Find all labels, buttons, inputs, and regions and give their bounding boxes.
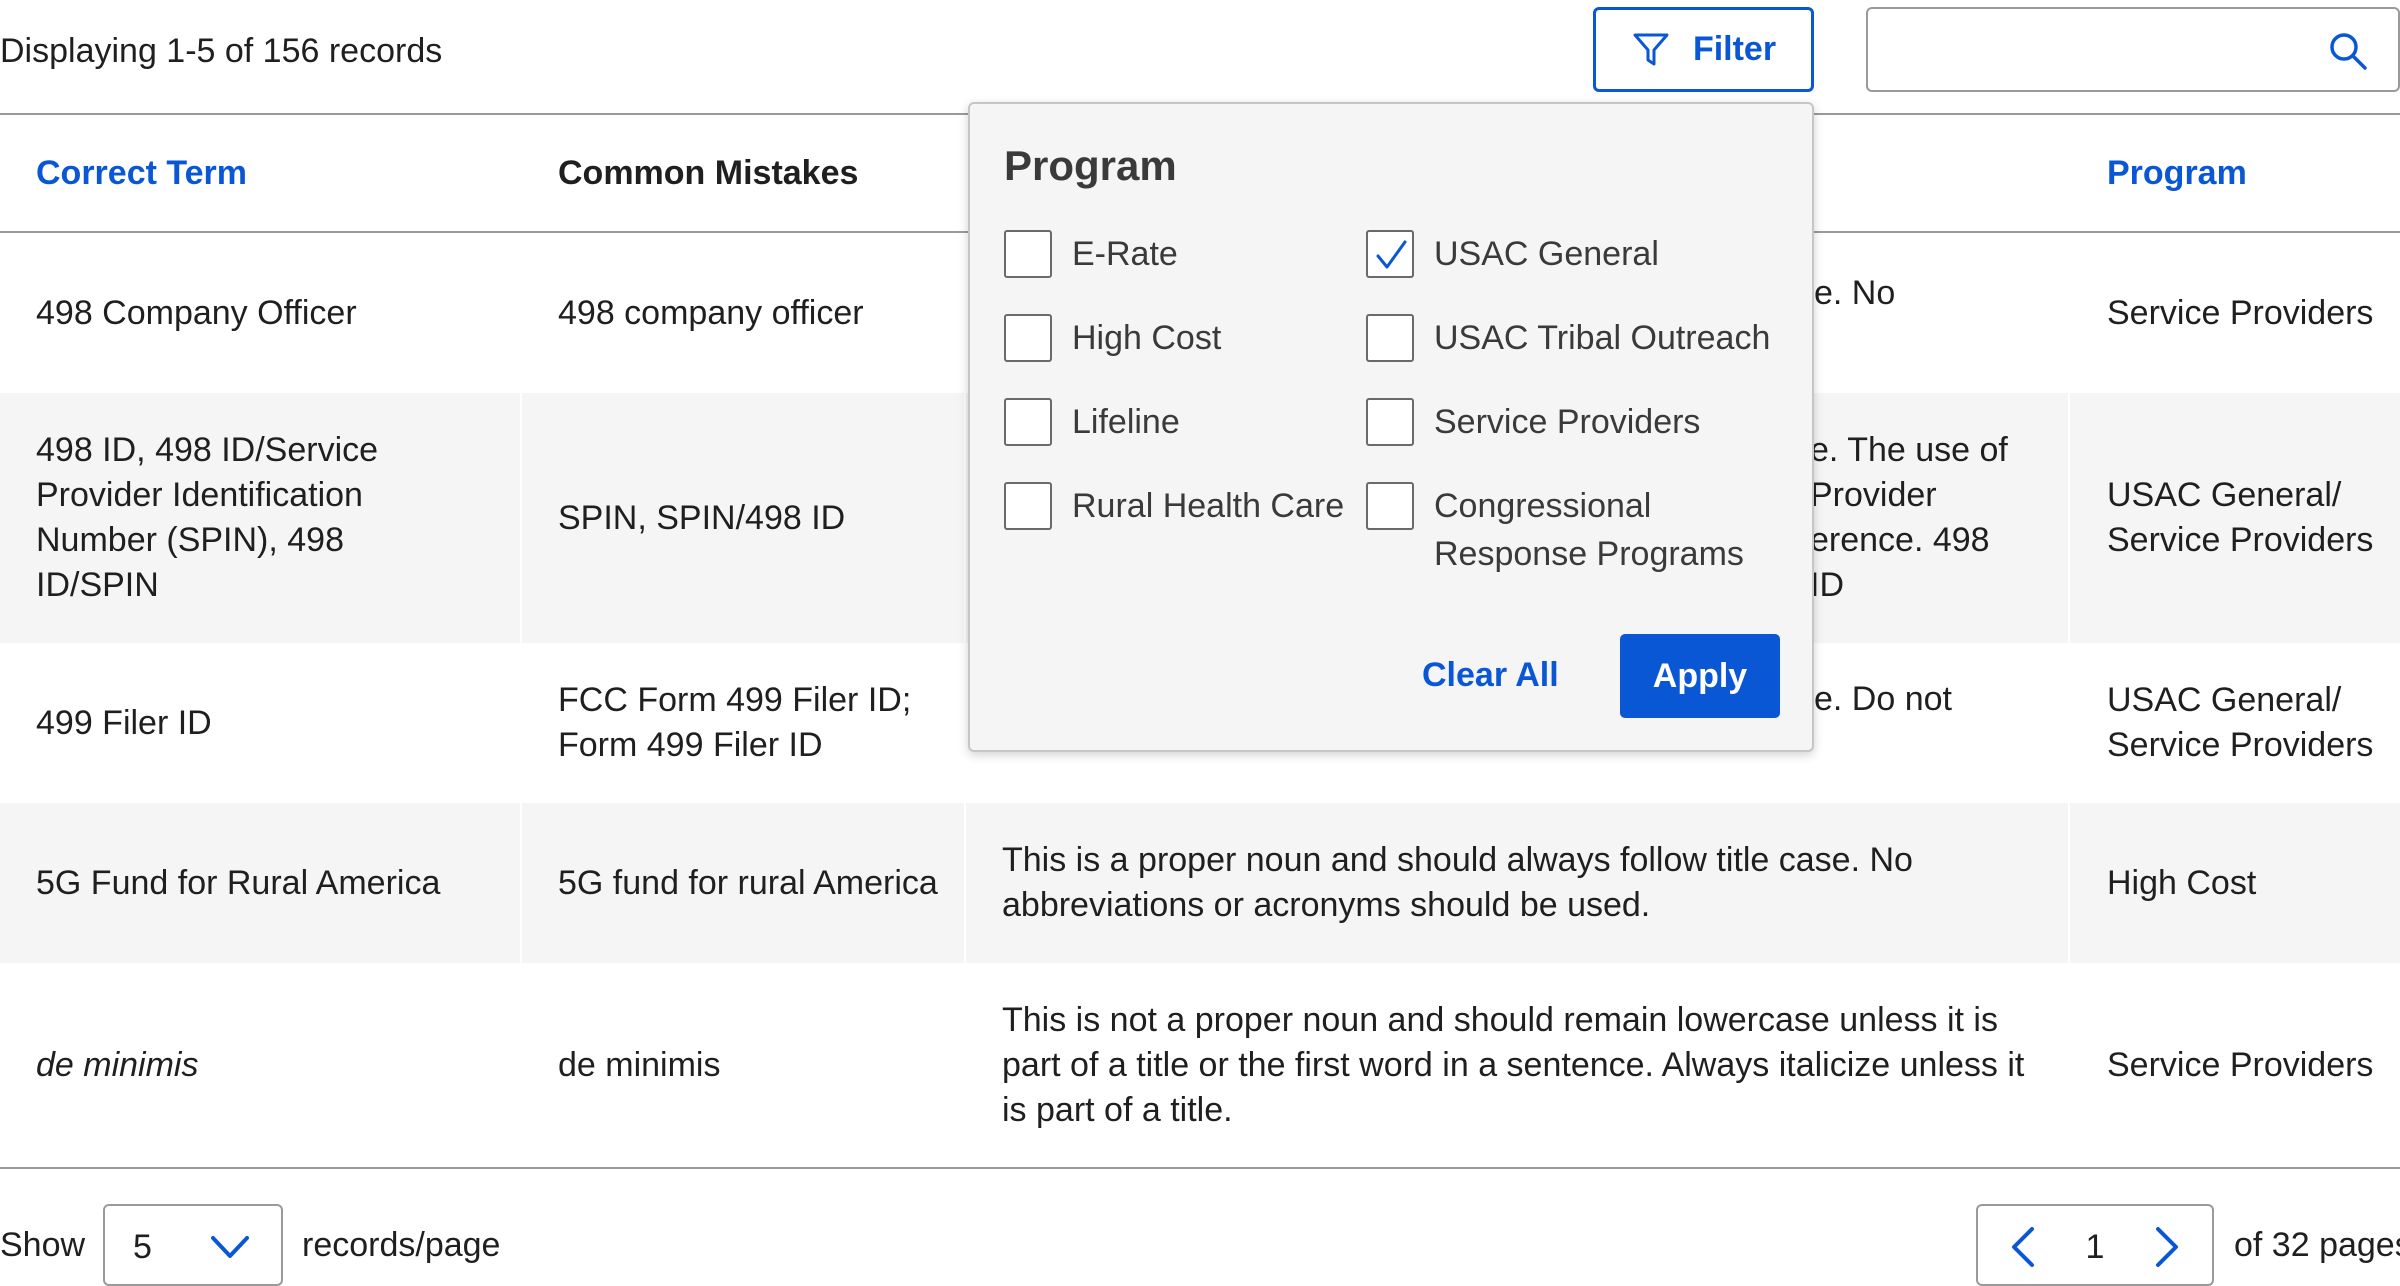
cell-program: USAC General/ Service Providers xyxy=(2107,476,2374,559)
filter-option-service-providers[interactable]: Service Providers xyxy=(1366,398,1700,446)
filter-option-label: Rural Health Care xyxy=(1072,487,1345,525)
filter-option-e-rate[interactable]: E-Rate xyxy=(1004,230,1178,278)
filter-option-label: E-Rate xyxy=(1072,235,1178,273)
column-header-correct-term[interactable]: Correct Term xyxy=(36,150,247,196)
filter-button[interactable]: Filter xyxy=(1593,7,1814,92)
filter-button-label: Filter xyxy=(1692,30,1777,68)
filter-option-label: Congressional Response Programs xyxy=(1434,487,1744,573)
cell-correct-term: de minimis xyxy=(36,1046,199,1084)
filter-option-usac-tribal-outreach[interactable]: USAC Tribal Outreach xyxy=(1366,314,1770,362)
chevron-down-icon xyxy=(211,1236,249,1258)
table-row: de minimis de minimis This is not a prop… xyxy=(0,963,2400,1168)
filter-option-label: USAC General xyxy=(1434,235,1659,273)
cell-correct-term: 498 ID, 498 ID/Service Provider Identifi… xyxy=(36,431,379,604)
cell-common-mistakes: SPIN, SPIN/498 ID xyxy=(558,498,846,537)
filter-panel-title: Program xyxy=(1004,142,1177,189)
column-header-program[interactable]: Program xyxy=(2107,150,2247,196)
cell-usage-note: e. No xyxy=(1814,274,1896,312)
cell-program: Service Providers xyxy=(2107,293,2374,332)
cell-common-mistakes: de minimis xyxy=(558,1046,721,1084)
cell-correct-term: 5G Fund for Rural America xyxy=(36,863,441,902)
search-icon[interactable] xyxy=(2328,31,2368,71)
search-input[interactable] xyxy=(1882,17,2312,83)
checkbox[interactable] xyxy=(1004,398,1052,446)
cell-common-mistakes: 498 company officer xyxy=(558,293,864,332)
chevron-right-icon[interactable] xyxy=(2146,1224,2186,1270)
checkmark-icon xyxy=(1376,240,1407,269)
table-bottom-divider xyxy=(0,1167,2400,1169)
filter-funnel-icon xyxy=(1633,33,1669,65)
checkbox[interactable] xyxy=(1366,398,1414,446)
filter-option-lifeline[interactable]: Lifeline xyxy=(1004,398,1180,446)
cell-usage-note: This is a proper noun and should always … xyxy=(1002,841,1913,924)
cell-common-mistakes: FCC Form 499 Filer ID; Form 499 Filer ID xyxy=(558,681,912,764)
checkbox[interactable] xyxy=(1366,482,1414,530)
records-per-page-label: records/page xyxy=(302,1226,501,1264)
cell-usage-note: e. Do not xyxy=(1814,680,1952,718)
table-row: 5G Fund for Rural America 5G fund for ru… xyxy=(0,803,2400,963)
show-label: Show xyxy=(0,1226,86,1264)
cell-program: Service Providers xyxy=(2107,1046,2374,1084)
filter-option-high-cost[interactable]: High Cost xyxy=(1004,314,1221,362)
cell-program: High Cost xyxy=(2107,863,2257,902)
checkbox-checked[interactable] xyxy=(1366,230,1414,278)
records-count-text: Displaying 1-5 of 156 records xyxy=(0,32,443,70)
cell-common-mistakes: 5G fund for rural America xyxy=(558,863,938,902)
filter-option-label: High Cost xyxy=(1072,319,1222,357)
column-header-common-mistakes: Common Mistakes xyxy=(558,154,859,192)
checkbox[interactable] xyxy=(1366,314,1414,362)
filter-option-congressional-response-programs[interactable]: Congressional Response Programs xyxy=(1366,482,1786,578)
page-size-select[interactable]: 5 xyxy=(103,1204,283,1286)
search-box[interactable] xyxy=(1866,7,2400,92)
cell-correct-term: 498 Company Officer xyxy=(36,293,357,332)
page-size-value: 5 xyxy=(133,1228,152,1266)
filter-option-label: Lifeline xyxy=(1072,403,1180,441)
page-navigator: 1 xyxy=(1976,1204,2214,1286)
cell-usage-note: This is not a proper noun and should rem… xyxy=(1002,1001,2025,1129)
cell-program: USAC General/ Service Providers xyxy=(2107,681,2374,764)
filter-option-label: Service Providers xyxy=(1434,403,1701,441)
filter-option-rural-health-care[interactable]: Rural Health Care xyxy=(1004,482,1344,530)
cell-usage-note: e. The use of Provider erence. 498 ID xyxy=(1810,431,2008,604)
checkbox[interactable] xyxy=(1004,482,1052,530)
filter-option-usac-general[interactable]: USAC General xyxy=(1366,230,1659,278)
apply-button[interactable]: Apply xyxy=(1620,634,1780,718)
filter-option-label: USAC Tribal Outreach xyxy=(1434,319,1771,357)
clear-all-link[interactable]: Clear All xyxy=(1422,652,1559,698)
checkbox[interactable] xyxy=(1004,230,1052,278)
total-pages-label: of 32 pages xyxy=(2234,1226,2400,1264)
filter-dropdown-panel: Program E-Rate USAC General High Cost US… xyxy=(968,102,1814,752)
cell-correct-term: 499 Filer ID xyxy=(36,703,212,742)
checkbox[interactable] xyxy=(1004,314,1052,362)
